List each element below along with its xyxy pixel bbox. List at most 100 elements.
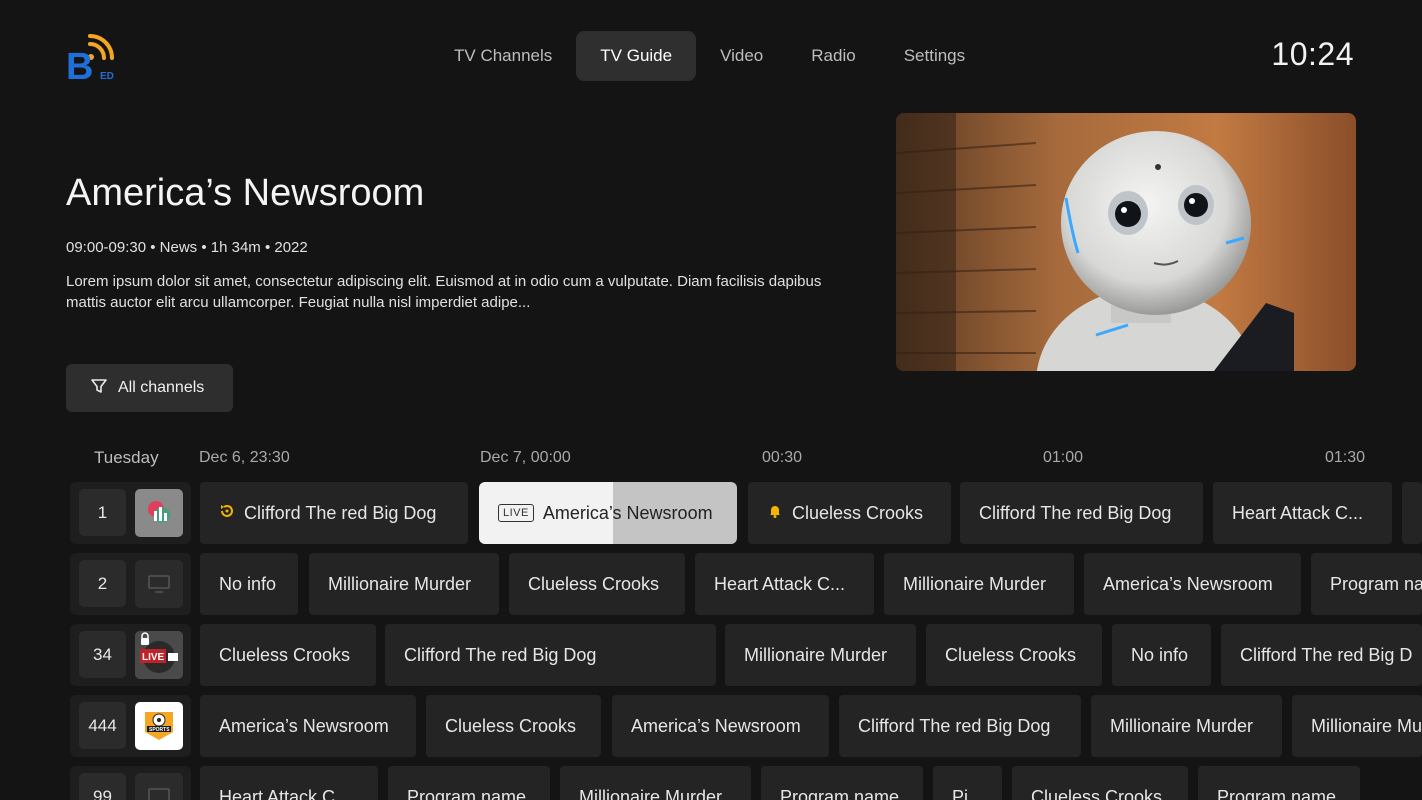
program-cell[interactable]: Clueless Crooks [509,553,685,615]
program-cell[interactable]: Clifford The red Big D [1221,624,1422,686]
program-title: America’s Newsroom [1103,574,1273,594]
program-title: No info [1131,645,1189,665]
program-cell[interactable]: Clifford The red Big Dog [960,482,1203,544]
program-cell[interactable]: Clueless Crooks [748,482,951,544]
program-title: Program na [1330,574,1422,594]
nav-tv-guide[interactable]: TV Guide [576,31,697,81]
program-cell[interactable]: Clueless Crooks [426,695,601,757]
program-cell[interactable]: Clifford The red Big Dog [200,482,468,544]
channel-row: 444 SPORTS America’s Newsroom Clueless C… [70,695,1422,757]
program-title: Program name [407,787,527,800]
nav-radio[interactable]: Radio [787,31,879,81]
nav-settings[interactable]: Settings [880,31,989,81]
program-title: America’s Newsroom [66,172,425,214]
channel-cell[interactable]: 99 [70,766,191,800]
program-title: Clueless Crooks [792,503,924,523]
nav-tv-channels[interactable]: TV Channels [430,31,576,81]
nav-video[interactable]: Video [696,31,787,81]
channel-cell[interactable]: 444 SPORTS [70,695,191,757]
channel-cell[interactable]: 1 [70,482,191,544]
program-cell[interactable]: Millionaire Murder [309,553,499,615]
channel-logo-sports-news: SPORTS [135,702,183,750]
channel-cell[interactable]: 2 [70,553,191,615]
program-description: Lorem ipsum dolor sit amet, consectetur … [66,273,822,311]
program-title: Heart Attack C... [1232,503,1364,523]
program-title: Clifford The red Big Dog [404,645,597,665]
timeline-day: Tuesday [94,448,159,467]
monitor-icon [135,773,183,800]
program-title: Clueless Crooks [1031,787,1163,800]
program-cell[interactable]: No info [200,553,298,615]
program-cell[interactable]: America’s Newsroom [1084,553,1301,615]
program-cell[interactable]: Program name [1198,766,1360,800]
program-title: Program name [1217,787,1337,800]
program-cell[interactable]: Clifford The red Big Dog [839,695,1081,757]
program-cell[interactable]: Clifford The red Big Dog [385,624,716,686]
timeline-time: 00:30 [762,449,803,466]
channel-number: 1 [79,489,126,536]
program-cell[interactable]: America’s Newsroom [200,695,416,757]
program-cell[interactable]: Program name [388,766,550,800]
program-cell[interactable]: Clueless Crooks [200,624,376,686]
monitor-icon [135,560,183,608]
program-cell[interactable]: Millionaire Murder [725,624,916,686]
program-cell[interactable]: Pi [933,766,1002,800]
channel-logo-live-hd: LIVE [135,631,183,679]
program-cell[interactable]: Heart Attack C... [1213,482,1392,544]
main-nav: TV Channels TV Guide Video Radio Setting… [430,31,989,81]
program-title: America’s Newsroom [542,503,713,523]
program-cell[interactable]: Program name [761,766,923,800]
channel-cell[interactable]: 34 LIVE [70,624,191,686]
program-title: Clifford The red Big Dog [979,503,1172,523]
program-title: Heart Attack C... [219,787,351,800]
program-title: America’s Newsroom [219,716,389,736]
program-cell[interactable]: Clueless Crooks [926,624,1102,686]
timeline-time: Dec 6, 23:30 [199,449,290,466]
channel-row: 1 Clifford The red Big Dog LIVE America’… [70,482,1422,544]
channel-row: 34 LIVE Clueless Crooks Clifford The red… [70,624,1422,686]
live-logo-text: LIVE [142,652,165,663]
program-cell[interactable]: No info [1112,624,1211,686]
program-title: Millionaire Murder [579,787,723,800]
program-meta: 09:00-09:30 • News • 1h 34m • 2022 [66,239,308,256]
program-preview-image [896,113,1356,371]
filter-icon [90,377,108,400]
app-logo: B ED [66,30,122,88]
timeline-time: 01:30 [1325,449,1366,466]
channel-row: 2 No info Millionaire Murder Clueless Cr… [70,553,1422,615]
program-title: Millionaire Mu [1311,716,1422,736]
program-title: Clifford The red Big Dog [858,716,1051,736]
all-channels-filter-button[interactable]: All channels [66,364,233,412]
program-title: Clueless Crooks [219,645,351,665]
program-title: Clueless Crooks [445,716,577,736]
clock: 10:24 [1271,36,1354,72]
live-badge: LIVE [498,504,534,522]
program-title: Millionaire Murder [744,645,888,665]
program-title: Clifford The red Big Dog [244,503,437,523]
program-title: Millionaire Murder [328,574,472,594]
program-cell[interactable]: Millionaire Murder [560,766,751,800]
program-cell[interactable]: America’s Newsroom [612,695,829,757]
channel-number: 2 [79,560,126,607]
program-cell[interactable]: Heart Attack C... [695,553,874,615]
channel-number: 34 [79,631,126,678]
sports-logo-text: SPORTS [149,727,170,733]
timeline-time: Dec 7, 00:00 [480,449,571,466]
program-title: Millionaire Murder [903,574,1047,594]
program-cell[interactable]: Heart Attack C... [200,766,378,800]
program-title: No info [219,574,277,594]
channel-number: 444 [79,702,126,749]
channel-number: 99 [79,773,126,800]
program-cell[interactable]: Millionaire Murder [1091,695,1282,757]
program-title: Clueless Crooks [528,574,660,594]
program-cell[interactable]: Clueless Crooks [1012,766,1188,800]
program-cell-focused[interactable]: LIVE America’s Newsroom [479,482,737,544]
bell-icon [767,482,783,544]
program-cell[interactable]: Millionaire Mu [1292,695,1422,757]
channel-logo-chart [135,489,183,537]
program-title: Millionaire Murder [1110,716,1254,736]
program-cell[interactable]: Millionaire Murder [884,553,1074,615]
program-cell[interactable]: Program na [1311,553,1422,615]
program-cell[interactable] [1402,482,1422,544]
logo-letter: B [66,46,93,82]
